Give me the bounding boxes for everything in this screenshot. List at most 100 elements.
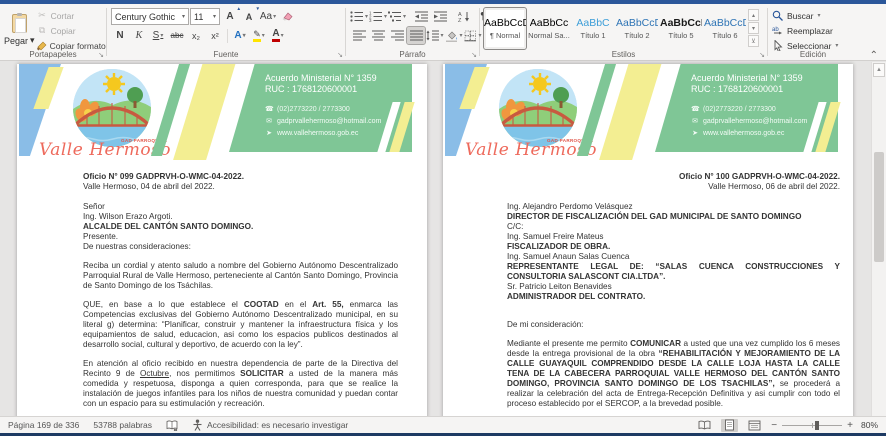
svg-text:ab: ab	[772, 27, 779, 33]
web-layout-button[interactable]	[746, 419, 763, 432]
document-line: Oficio N° 099 GADPRVH-O-WMC-04-2022.	[83, 172, 398, 182]
svg-text:3: 3	[369, 18, 372, 22]
font-group-label: Fuente	[107, 50, 345, 59]
chevron-down-icon: ▾	[213, 13, 216, 20]
styles-group-label: Estilos	[480, 50, 767, 59]
align-left-button[interactable]	[350, 27, 368, 44]
style-titulo-6[interactable]: AaBbCcDc Título 6	[704, 8, 746, 49]
read-mode-button[interactable]	[696, 419, 713, 432]
style-titulo-1[interactable]: AaBbC Título 1	[572, 8, 614, 49]
print-layout-button[interactable]	[721, 419, 738, 432]
cursor-icon: ➤	[691, 128, 699, 140]
bold-button[interactable]: N	[111, 27, 129, 44]
change-case-button[interactable]: Aa▾	[259, 8, 277, 25]
editing-group-label: Edición	[768, 50, 858, 59]
italic-button[interactable]: K	[130, 27, 148, 44]
accessibility-status[interactable]: Accesibilidad: es necesario investigar	[192, 419, 348, 431]
shading-button[interactable]: ▾	[445, 27, 463, 44]
strikethrough-button[interactable]: abc	[168, 27, 186, 44]
page-number-indicator[interactable]: Página 169 de 336	[8, 420, 79, 430]
paste-button[interactable]: Pegar▾	[4, 7, 35, 53]
website-line: ➤www.vallehermoso.gob.ec	[265, 128, 381, 140]
find-button[interactable]: Buscar▾	[772, 8, 856, 23]
decrease-indent-button[interactable]	[412, 8, 430, 25]
zoom-level[interactable]: 80%	[861, 420, 878, 430]
align-right-button[interactable]	[388, 27, 406, 44]
font-dialog-launcher[interactable]: ↘	[337, 51, 343, 59]
proofing-status[interactable]	[166, 419, 178, 431]
vertical-scrollbar[interactable]: ▲ ▼	[871, 62, 886, 436]
document-line: Señor	[83, 202, 398, 212]
sort-button[interactable]: AZ	[455, 8, 473, 25]
style-titulo-2[interactable]: AaBbCcD Título 2	[616, 8, 658, 49]
email-line: ✉gadprvallehermoso@hotmail.com	[265, 116, 381, 128]
scroll-up-button[interactable]: ▲	[873, 63, 885, 77]
scrollbar-thumb[interactable]	[874, 152, 884, 262]
replace-button[interactable]: ab Reemplazar	[772, 23, 856, 38]
acuerdo-line: Acuerdo Ministerial N° 1359	[265, 73, 381, 84]
zoom-in-button[interactable]: +	[847, 421, 853, 430]
style-normal-sa[interactable]: AaBbCc Normal Sa...	[528, 8, 570, 49]
styles-scroll-up[interactable]: ▴	[748, 9, 759, 21]
phone-icon: ☎	[691, 104, 699, 116]
eraser-icon	[281, 11, 293, 22]
grow-font-button[interactable]: A	[221, 8, 239, 25]
styles-gallery-more[interactable]: ⊻	[748, 35, 759, 47]
document-paragraph: REPRESENTANTE LEGAL DE: “SALAS CUENCA CO…	[507, 262, 840, 282]
subscript-button[interactable]: x₂	[187, 27, 205, 44]
justify-icon	[410, 30, 423, 41]
justify-button[interactable]	[407, 27, 425, 44]
font-family-combobox[interactable]: Century Gothic▾	[111, 8, 189, 25]
style-titulo-5[interactable]: AaBbCcI Título 5	[660, 8, 702, 49]
style-normal[interactable]: AaBbCcD ¶ Normal	[484, 8, 526, 49]
document-paragraph: Reciba un cordial y atento saludo a nomb…	[83, 261, 398, 291]
styles-scroll-down[interactable]: ▾	[748, 22, 759, 34]
document-line: Ing. Wilson Erazo Argoti.	[83, 212, 398, 222]
highlight-color-button[interactable]: ✎▾	[250, 27, 268, 44]
word-count-indicator[interactable]: 53788 palabras	[93, 420, 152, 430]
increase-indent-button[interactable]	[431, 8, 449, 25]
collapse-ribbon-button[interactable]: ⌃	[870, 50, 878, 61]
document-line: Oficio N° 100 GADPRVH-O-WMC-04-2022.	[507, 172, 840, 182]
shrink-font-button[interactable]: A	[240, 8, 258, 25]
line-spacing-button[interactable]: ▾	[426, 27, 444, 44]
document-line: De nuestras consideraciones:	[83, 242, 398, 252]
clear-formatting-button[interactable]	[278, 8, 296, 25]
zoom-slider-thumb[interactable]	[815, 421, 819, 430]
read-mode-icon	[698, 420, 711, 430]
editing-group: Buscar▾ ab Reemplazar Seleccionar▾ Edici…	[768, 4, 858, 60]
multilevel-list-button[interactable]: ▾	[388, 8, 406, 25]
document-paragraph: Mediante el presente me permito COMUNICA…	[507, 339, 840, 409]
font-color-button[interactable]: A▾	[269, 27, 287, 44]
copy-button[interactable]: ⧉ Copiar	[35, 23, 108, 38]
document-page-right[interactable]: GAD PARROQUIAL Valle Hermoso Acuerdo Min…	[443, 64, 853, 422]
clipboard-dialog-launcher[interactable]: ↘	[98, 51, 104, 59]
paragraph-group-label: Párrafo	[346, 50, 479, 59]
clipboard-group-label: Portapapeles	[0, 50, 106, 59]
multilevel-list-icon	[388, 11, 402, 22]
ruc-line: RUC : 1768120600001	[265, 84, 381, 95]
status-bar: Página 169 de 336 53788 palabras Accesib…	[0, 416, 886, 433]
letterhead: GAD PARROQUIAL Valle Hermoso Acuerdo Min…	[443, 64, 853, 160]
styles-dialog-launcher[interactable]: ↘	[759, 51, 765, 59]
align-center-icon	[372, 30, 385, 41]
document-line: Valle Hermoso, 06 de abril del 2022.	[507, 182, 840, 192]
document-line: FISCALIZADOR DE OBRA.	[507, 242, 840, 252]
font-size-combobox[interactable]: 11▾	[190, 8, 220, 25]
zoom-slider[interactable]	[782, 425, 842, 426]
text-effects-button[interactable]: A▾	[231, 27, 249, 44]
accessibility-person-icon	[192, 419, 203, 431]
document-line: Valle Hermoso, 04 de abril del 2022.	[83, 182, 398, 192]
document-page-left[interactable]: GAD PARROQUIAL Valle Hermoso Acuerdo Min…	[17, 64, 427, 422]
word-window: Pegar▾ ✂ Cortar ⧉ Copiar Copiar formato	[0, 0, 886, 436]
superscript-button[interactable]: x²	[206, 27, 224, 44]
cut-button[interactable]: ✂ Cortar	[35, 8, 108, 23]
print-layout-icon	[724, 419, 735, 431]
numbered-list-button[interactable]: 123▾	[369, 8, 387, 25]
zoom-control: − +	[771, 421, 853, 430]
paragraph-dialog-launcher[interactable]: ↘	[471, 51, 477, 59]
bullet-list-button[interactable]: ▾	[350, 8, 368, 25]
zoom-out-button[interactable]: −	[771, 421, 777, 430]
underline-button[interactable]: S▾	[149, 27, 167, 44]
align-center-button[interactable]	[369, 27, 387, 44]
